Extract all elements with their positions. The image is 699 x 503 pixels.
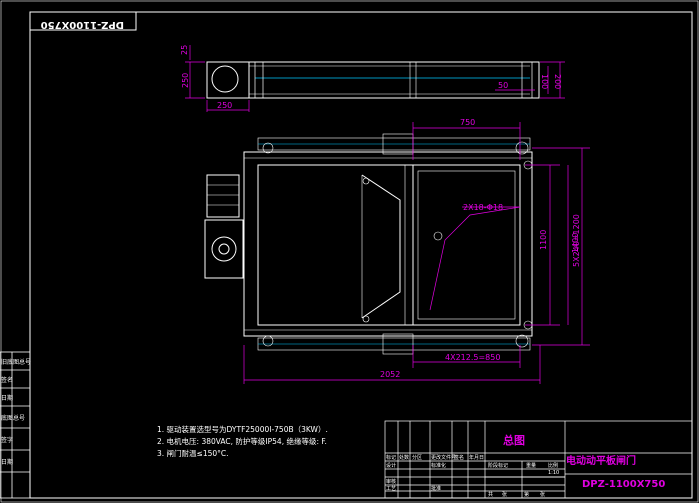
dim-top-100: 100 — [540, 74, 549, 89]
cad-drawing-canvas[interactable]: DPZ-1100X750 旧底图总号 签名 日期 底图总号 签字 日期 25 2… — [0, 0, 699, 503]
dim-1100: 1100 — [539, 230, 548, 250]
margin-label: 签名 — [1, 376, 13, 384]
note-3: 3. 闸门耐温≤150°C. — [157, 448, 229, 458]
top-view: 25 250 250 100 200 50 — [180, 45, 565, 112]
gate-frame-outer — [243, 151, 533, 337]
tb-label: 批准 — [431, 485, 441, 492]
gate-plate-edge — [361, 174, 401, 319]
tb-drawing-name: 总图 — [503, 433, 525, 447]
top-view-motor-circle — [211, 65, 239, 93]
tb-label: 分区 — [412, 454, 422, 461]
dim-top-200: 200 — [553, 74, 562, 89]
dim-holes: 2X18-Φ18 — [463, 203, 503, 212]
tb-label: 标记 — [386, 454, 396, 461]
mirrored-drawing-number: DPZ-1100X750 — [41, 19, 124, 30]
tb-label: 年月日 — [469, 454, 484, 461]
dim-750: 750 — [460, 118, 475, 127]
margin-label: 日期 — [1, 394, 13, 402]
tb-drawing-number: DPZ-1100X750 — [582, 479, 665, 490]
tb-label: 标准化 — [431, 462, 446, 469]
drive-gearbox — [204, 219, 244, 279]
drawing-outer-edge — [0, 0, 699, 503]
dim-1400: 1400 — [571, 233, 580, 253]
note-1: 1. 驱动装置选型号为DYTF25000I-750B（3KW）. — [157, 424, 328, 434]
drive-motor — [206, 174, 240, 218]
front-view-dimensions — [243, 122, 590, 384]
front-dim-labels: 750 2X18-Φ18 1100 5X240=1200 1400 4X212.… — [380, 118, 581, 379]
tb-label: 处数 — [399, 454, 409, 461]
top-view-body — [248, 61, 540, 99]
front-view — [204, 133, 533, 355]
tb-label: 阶段标记 — [488, 462, 508, 469]
margin-label: 日期 — [1, 458, 13, 466]
tb-label: 张 — [502, 491, 507, 498]
gate-frame-inner — [257, 164, 521, 326]
tb-product-name: 电动动平板闸门 — [566, 454, 636, 467]
dim-top-25: 25 — [180, 45, 189, 55]
dim-4x212: 4X212.5=850 — [445, 353, 500, 362]
drawing-border — [29, 11, 693, 499]
tb-label: 设计 — [386, 462, 396, 469]
margin-label: 底图总号 — [1, 414, 25, 422]
dim-2052: 2052 — [380, 370, 400, 379]
title-block-labels: 标记 处数 分区 更改文件号 签名 年月日 设计 标准化 阶段标记 重量 比例 … — [386, 454, 559, 498]
tb-label: 工艺 — [386, 486, 396, 492]
tb-label: 共 — [488, 491, 493, 498]
tb-label: 张 — [540, 491, 545, 498]
tb-label: 第 — [524, 491, 529, 498]
tb-label: 更改文件号 — [431, 454, 456, 461]
note-2: 2. 电机电压: 380VAC, 防护等级IP54, 绝缘等级: F. — [157, 436, 327, 446]
dim-top-50: 50 — [498, 81, 508, 90]
tb-scale: 1:10 — [548, 470, 559, 476]
gate-opening — [412, 164, 521, 326]
tb-label: 比例 — [548, 462, 558, 469]
left-margin-table — [0, 351, 31, 499]
dim-top-250-h: 250 — [217, 101, 232, 110]
margin-label: 签字 — [1, 436, 13, 444]
tb-label: 重量 — [526, 462, 536, 469]
technical-notes: 1. 驱动装置选型号为DYTF25000I-750B（3KW）. 2. 电机电压… — [157, 424, 328, 458]
margin-label: 旧底图总号 — [1, 358, 31, 366]
dim-top-250-v: 250 — [181, 73, 190, 88]
tb-label: 审核 — [386, 478, 396, 485]
tb-label: 签名 — [454, 454, 464, 461]
top-view-motor — [206, 61, 250, 99]
